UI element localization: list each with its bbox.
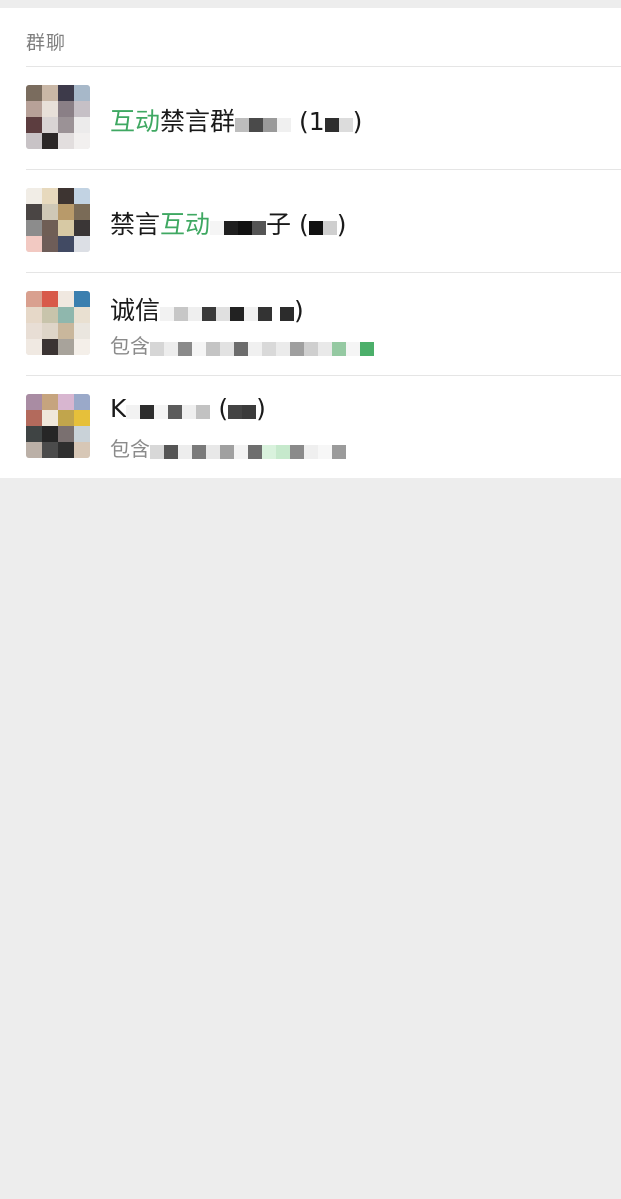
group-name: K () (110, 394, 266, 425)
redacted-mosaic (150, 336, 374, 360)
group-name-prefix: 禁言 (110, 210, 161, 239)
group-name-tail: ( (218, 394, 229, 423)
group-avatar (26, 188, 90, 252)
group-avatar (26, 394, 90, 458)
group-avatar (26, 85, 90, 149)
section-title: 群聊 (26, 32, 67, 54)
group-chat-item[interactable]: 禁言互动 子 () (0, 170, 621, 273)
redacted-mosaic (228, 396, 257, 425)
group-member-count: ) (336, 210, 347, 239)
group-name-tail: ) (293, 296, 304, 325)
group-name-tail: ( (299, 210, 309, 239)
redacted-mosaic (308, 212, 337, 241)
search-results-panel: 群聊 互动禁言群 (1) 禁言互动子 () 诚信) 包含 K () 包含 (0, 8, 621, 478)
redacted-mosaic (126, 396, 211, 425)
group-name: 诚信 ) (110, 291, 304, 327)
redacted-mosaic (235, 109, 292, 138)
group-name-prefix: K (110, 394, 127, 423)
redacted-mosaic (210, 212, 267, 241)
group-name-rest: 子 (266, 210, 292, 239)
top-strip (0, 0, 621, 8)
group-name-prefix: 诚信 (110, 296, 161, 325)
group-subtitle-prefix: 包含 (110, 334, 150, 358)
group-subtitle-prefix: 包含 (110, 437, 150, 461)
group-name: 互动禁言群 (1) (110, 107, 363, 138)
group-name-tail: (1 (298, 107, 325, 136)
group-subtitle: 包含 (110, 330, 374, 360)
group-chat-item[interactable]: 诚信 ) 包含 (0, 273, 621, 376)
group-name-highlight: 互动 (160, 210, 211, 239)
group-avatar (26, 291, 90, 355)
group-member-count: ) (256, 394, 266, 423)
section-header-group-chats: 群聊 (26, 8, 621, 67)
group-name-rest: 禁言群 (160, 107, 236, 136)
group-chat-item[interactable]: K () 包含 (0, 376, 621, 479)
redacted-mosaic (160, 298, 273, 327)
redacted-mosaic (150, 439, 346, 463)
group-name: 禁言互动 子 () (110, 205, 347, 241)
redacted-mosaic (279, 298, 294, 327)
group-subtitle: 包含 (110, 433, 346, 463)
group-name-highlight: 互动 (110, 107, 161, 136)
redacted-mosaic (324, 109, 353, 138)
group-chat-item[interactable]: 互动禁言群 (1) (0, 67, 621, 170)
